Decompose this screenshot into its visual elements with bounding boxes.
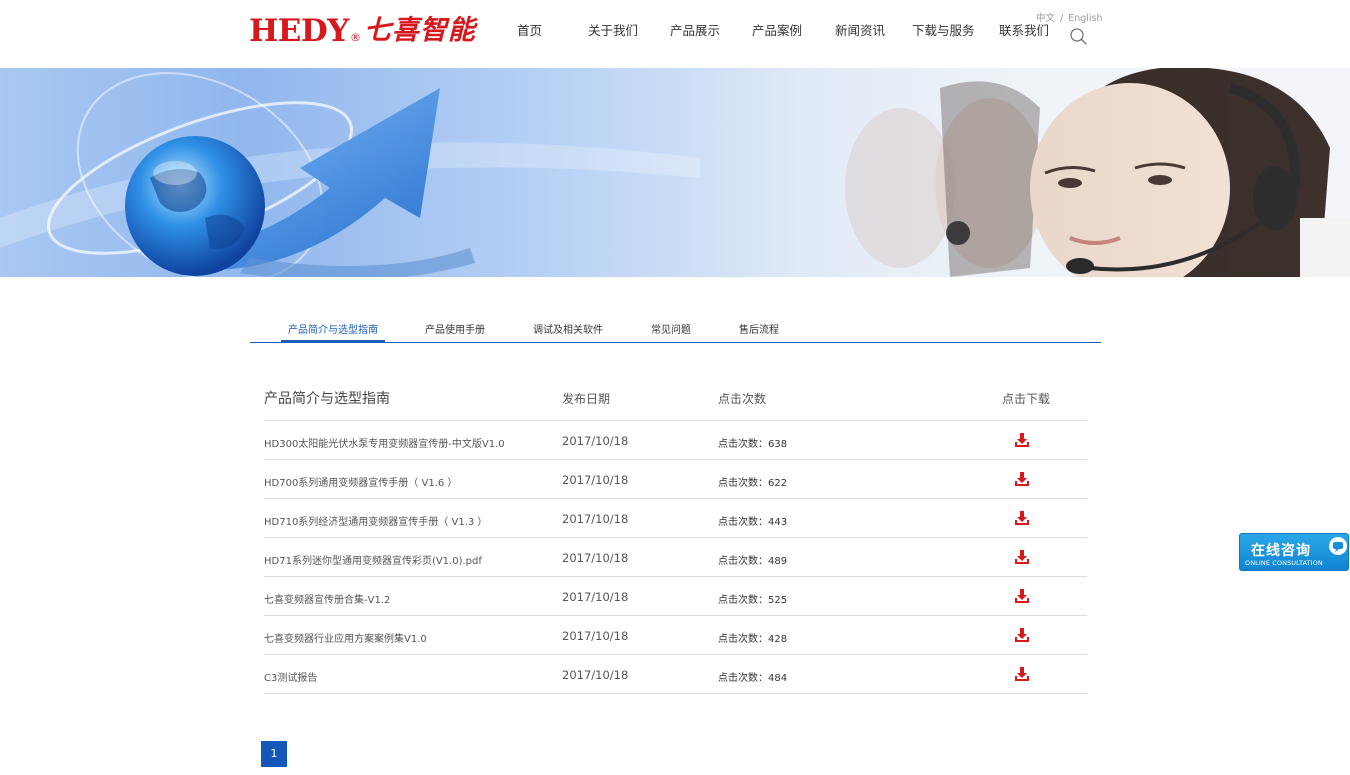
header-download: 点击下载	[1002, 392, 1051, 406]
table-row: HD300太阳能光伏水泵专用变频器宣传册-中文版V1.0 2017/10/18 …	[264, 421, 1087, 460]
nav-item-contact[interactable]: 联系我们	[999, 23, 1049, 39]
download-icon[interactable]	[1014, 471, 1030, 487]
banner-illustration	[0, 68, 1350, 277]
tab-user-manual[interactable]: 产品使用手册	[425, 321, 485, 336]
table-row: C3测试报告 2017/10/18 点击次数：484	[264, 655, 1087, 694]
publish-date: 2017/10/18	[562, 512, 629, 526]
active-tab-indicator	[281, 340, 385, 343]
click-count: 点击次数：638	[718, 439, 788, 450]
logo-chinese-text: 七喜智能	[363, 15, 476, 46]
consult-title: 在线咨询	[1251, 543, 1311, 559]
table-row: 七喜变频器宣传册合集-V1.2 2017/10/18 点击次数：525	[264, 577, 1087, 616]
site-header: HEDY ® 七喜智能 首页 关于我们 产品展示 产品案例 新闻资讯 下载与服务…	[0, 0, 1350, 68]
nav-item-cases[interactable]: 产品案例	[752, 23, 802, 39]
lang-english-link[interactable]: English	[1068, 13, 1102, 24]
table-row: HD700系列通用变频器宣传手册（ V1.6 ） 2017/10/18 点击次数…	[264, 460, 1087, 499]
logo-registered-mark: ®	[349, 30, 361, 44]
header-date: 发布日期	[562, 392, 611, 406]
click-count: 点击次数：484	[718, 673, 788, 684]
consult-subtitle: ONLINE CONSULTATION	[1245, 559, 1323, 567]
lang-separator: /	[1060, 13, 1064, 24]
tab-faq[interactable]: 常见问题	[651, 321, 691, 336]
nav-item-products[interactable]: 产品展示	[670, 23, 720, 39]
nav-item-news[interactable]: 新闻资讯	[835, 23, 885, 39]
logo-text: HEDY	[249, 13, 349, 49]
publish-date: 2017/10/18	[562, 473, 629, 487]
hero-banner	[0, 68, 1350, 277]
click-count: 点击次数：489	[718, 556, 788, 567]
file-name-link[interactable]: C3测试报告	[264, 669, 317, 684]
click-count: 点击次数：622	[718, 478, 788, 489]
header-clicks: 点击次数	[718, 392, 767, 406]
publish-date: 2017/10/18	[562, 629, 629, 643]
table-header: 产品简介与选型指南 发布日期 点击次数 点击下载	[264, 382, 1087, 421]
table-row: 七喜变频器行业应用方案案例集V1.0 2017/10/18 点击次数：428	[264, 616, 1087, 655]
publish-date: 2017/10/18	[562, 551, 629, 565]
search-icon[interactable]	[1068, 26, 1088, 46]
download-icon[interactable]	[1014, 510, 1030, 526]
online-consultation-button[interactable]: 在线咨询 ONLINE CONSULTATION	[1239, 533, 1349, 571]
file-name-link[interactable]: HD710系列经济型通用变频器宣传手册（ V1.3 ）	[264, 513, 487, 528]
click-count: 点击次数：525	[718, 595, 788, 606]
table-row: HD71系列迷你型通用变频器宣传彩页(V1.0).pdf 2017/10/18 …	[264, 538, 1087, 577]
language-switcher: 中文 / English	[1036, 10, 1103, 24]
download-icon[interactable]	[1014, 432, 1030, 448]
tab-debug-software[interactable]: 调试及相关软件	[533, 321, 603, 336]
click-count: 点击次数：443	[718, 517, 788, 528]
nav-item-about[interactable]: 关于我们	[588, 23, 638, 39]
download-icon[interactable]	[1014, 666, 1030, 682]
header-name: 产品简介与选型指南	[264, 391, 390, 407]
file-name-link[interactable]: HD71系列迷你型通用变频器宣传彩页(V1.0).pdf	[264, 552, 482, 567]
tab-after-sales[interactable]: 售后流程	[739, 321, 779, 336]
file-name-link[interactable]: HD700系列通用变频器宣传手册（ V1.6 ）	[264, 474, 457, 489]
nav-item-home[interactable]: 首页	[517, 23, 542, 39]
publish-date: 2017/10/18	[562, 668, 629, 682]
download-tabs: 产品简介与选型指南 产品使用手册 调试及相关软件 常见问题 售后流程	[250, 318, 1101, 343]
nav-item-downloads[interactable]: 下载与服务	[912, 23, 975, 39]
downloads-table: 产品简介与选型指南 发布日期 点击次数 点击下载 HD300太阳能光伏水泵专用变…	[264, 382, 1087, 694]
pagination-page-button[interactable]: 1	[261, 741, 287, 767]
table-row: HD710系列经济型通用变频器宣传手册（ V1.3 ） 2017/10/18 点…	[264, 499, 1087, 538]
download-icon[interactable]	[1014, 549, 1030, 565]
chat-bubble-icon	[1328, 536, 1348, 556]
lang-chinese-link[interactable]: 中文	[1036, 13, 1055, 24]
file-name-link[interactable]: 七喜变频器行业应用方案案例集V1.0	[264, 630, 427, 645]
tab-product-intro[interactable]: 产品简介与选型指南	[288, 321, 378, 336]
publish-date: 2017/10/18	[562, 434, 629, 448]
site-logo[interactable]: HEDY ® 七喜智能	[249, 14, 476, 48]
download-icon[interactable]	[1014, 627, 1030, 643]
download-icon[interactable]	[1014, 588, 1030, 604]
click-count: 点击次数：428	[718, 634, 788, 645]
file-name-link[interactable]: HD300太阳能光伏水泵专用变频器宣传册-中文版V1.0	[264, 435, 505, 450]
publish-date: 2017/10/18	[562, 590, 629, 604]
file-name-link[interactable]: 七喜变频器宣传册合集-V1.2	[264, 591, 390, 606]
